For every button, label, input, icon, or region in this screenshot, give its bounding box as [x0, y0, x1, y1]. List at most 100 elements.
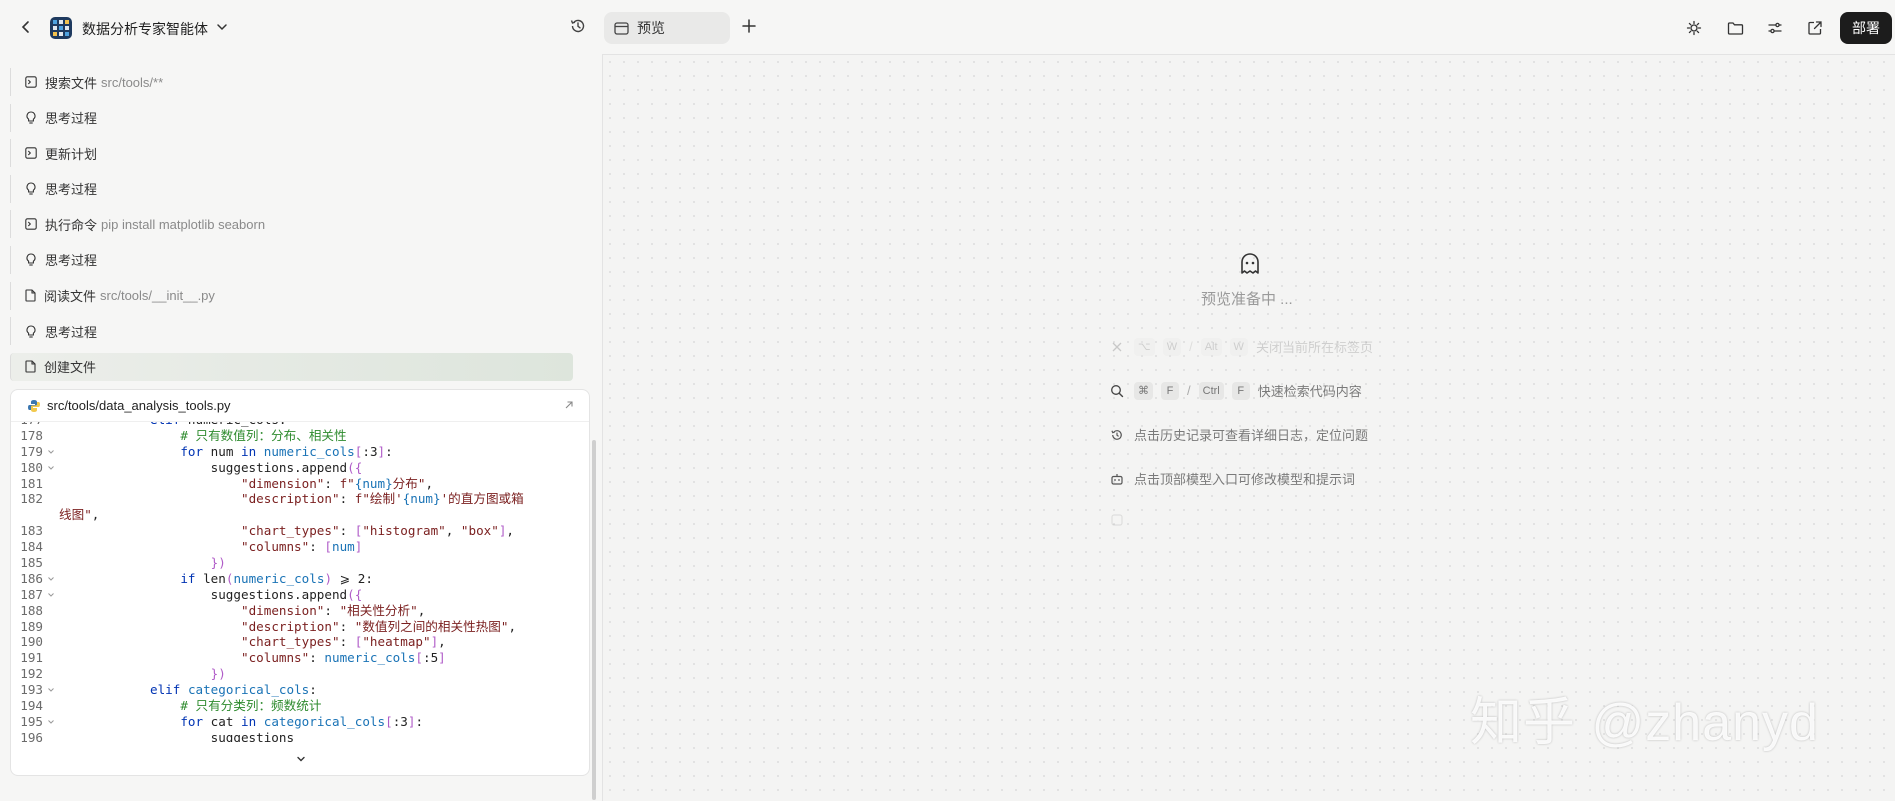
- keyboard-key: ⌥: [1134, 337, 1155, 356]
- step-item[interactable]: 思考过程: [10, 245, 573, 274]
- file-icon: [25, 360, 41, 373]
- code-line: 184 "columns": [num]: [11, 539, 589, 555]
- line-number: 188: [20, 602, 43, 618]
- code-line: 191 "columns": numeric_cols[:5]: [11, 650, 589, 666]
- tip-text: 快速检索代码内容: [1257, 384, 1362, 399]
- step-label: 更新计划: [45, 146, 98, 162]
- tip-text: 点击历史记录可查看详细日志，定位问题: [1134, 428, 1369, 443]
- step-item[interactable]: 创建文件: [10, 352, 573, 381]
- fold-gutter: [47, 523, 59, 539]
- chevron-left-icon: [21, 21, 29, 33]
- preview-tip: ⌥ W / Alt W 关闭当前所在标签页: [1110, 337, 1373, 356]
- tab-preview[interactable]: 预览: [604, 12, 730, 44]
- agent-steps-panel: 搜索文件 src/tools/** 思考过程 更新计划 思考过程 执行命令 pip inst…: [0, 54, 597, 801]
- keyboard-key: F: [1161, 381, 1179, 400]
- keyboard-key: W: [1162, 337, 1182, 356]
- app-title[interactable]: 数据分析专家智能体: [82, 19, 208, 39]
- expand-code-button[interactable]: [563, 399, 577, 413]
- external-link-icon: [1808, 21, 1822, 35]
- line-number: 195: [20, 713, 43, 729]
- fold-chevron-icon[interactable]: [47, 714, 59, 730]
- line-number: 181: [20, 475, 43, 491]
- deploy-button[interactable]: 部署: [1840, 12, 1892, 44]
- back-button[interactable]: [16, 17, 36, 37]
- code-text: if len(numeric_cols) ⩾ 2:: [180, 570, 373, 586]
- sun-icon: [1686, 20, 1702, 36]
- settings-sliders-button[interactable]: [1762, 15, 1788, 41]
- line-number: 186: [20, 570, 43, 586]
- theme-toggle-button[interactable]: [1681, 15, 1707, 41]
- folder-icon: [1727, 21, 1743, 35]
- step-item[interactable]: 搜索文件 src/tools/**: [10, 68, 573, 96]
- browser-window-icon: [614, 21, 629, 35]
- line-number: 196: [20, 729, 43, 742]
- fold-chevron-icon[interactable]: [47, 571, 59, 587]
- tip-text: 点击顶部模型入口可修改模型和提示词: [1134, 472, 1356, 487]
- line-number: 179: [20, 443, 43, 459]
- terminal-icon: [25, 76, 42, 88]
- fold-chevron-icon[interactable]: [47, 682, 59, 698]
- code-text: }): [210, 555, 226, 571]
- chevron-down-icon: [297, 756, 305, 762]
- code-editor[interactable]: 177 elif numeric_cols:178 # 只有数值列：分布、相关性…: [11, 422, 589, 742]
- code-line: 185 }): [11, 555, 589, 571]
- chevron-down-icon: [217, 24, 227, 31]
- key-separator: /: [1189, 339, 1193, 354]
- fold-gutter: [47, 507, 59, 523]
- history-button[interactable]: [569, 17, 589, 37]
- preview-status-text: 预览准备中 ...: [1201, 291, 1293, 308]
- collapse-code-button[interactable]: [11, 743, 589, 775]
- keyboard-key: ⌘: [1134, 381, 1153, 400]
- plus-icon: [742, 19, 756, 33]
- step-label: 思考过程: [45, 324, 98, 340]
- app-switcher-button[interactable]: [214, 19, 230, 35]
- fold-gutter: [47, 619, 59, 635]
- line-number: 191: [20, 650, 43, 666]
- code-text: # 只有分类列：频数统计: [180, 698, 322, 714]
- step-item[interactable]: 执行命令 pip install matplotlib seaborn: [10, 210, 573, 239]
- code-line: 线图",: [11, 507, 589, 523]
- add-tab-button[interactable]: [740, 17, 760, 37]
- code-text: suggestions.append({: [59, 459, 363, 475]
- code-text: "columns": numeric_cols[:5]: [240, 650, 446, 666]
- step-label: 创建文件: [44, 360, 97, 376]
- fold-gutter: [47, 539, 59, 555]
- step-item[interactable]: 思考过程: [10, 317, 573, 346]
- keyboard-key: Ctrl: [1198, 381, 1224, 400]
- fold-chevron-icon[interactable]: [47, 444, 59, 460]
- step-item[interactable]: 思考过程: [10, 174, 573, 203]
- step-item[interactable]: 思考过程: [10, 103, 573, 132]
- tip-icon: [1110, 513, 1126, 527]
- preview-tip: 点击历史记录可查看详细日志，定位问题: [1110, 425, 1368, 444]
- step-argument: src/tools/__init__.py: [100, 288, 215, 304]
- step-label: 阅读文件: [44, 289, 97, 305]
- code-line: 187 suggestions.append({: [11, 587, 589, 603]
- code-line: 178 # 只有数值列：分布、相关性: [11, 428, 589, 444]
- fold-chevron-icon[interactable]: [47, 587, 59, 603]
- code-file-header[interactable]: src/tools/data_analysis_tools.py: [11, 390, 589, 422]
- left-panel-scrollbar[interactable]: [592, 440, 596, 800]
- fold-gutter: [47, 650, 59, 666]
- preview-tip: ⌘ F / Ctrl F 快速检索代码内容: [1110, 381, 1362, 400]
- code-text: }): [210, 666, 226, 682]
- tip-text: 关闭当前所在标签页: [1255, 340, 1373, 355]
- sliders-icon: [1768, 22, 1782, 34]
- terminal-icon: [25, 147, 42, 159]
- step-item[interactable]: 更新计划: [10, 139, 573, 168]
- code-text: for cat in categorical_cols[:3]:: [180, 713, 424, 729]
- fold-gutter: [47, 698, 59, 714]
- ghost-icon: [1241, 253, 1259, 274]
- history-icon: [570, 19, 585, 33]
- step-label: 搜索文件: [45, 75, 98, 91]
- lightbulb-icon: [25, 253, 42, 267]
- fold-chevron-icon[interactable]: [47, 460, 59, 476]
- open-external-button[interactable]: [1802, 15, 1828, 41]
- folder-button[interactable]: [1722, 15, 1748, 41]
- file-icon: [25, 289, 41, 302]
- line-number: 185: [20, 555, 43, 571]
- step-item[interactable]: 阅读文件 src/tools/__init__.py: [10, 281, 573, 310]
- line-number: 194: [20, 698, 43, 714]
- close-icon: [1110, 340, 1126, 354]
- code-line: 181 "dimension": f"{num}分布",: [11, 475, 589, 492]
- line-number: 184: [20, 539, 43, 555]
